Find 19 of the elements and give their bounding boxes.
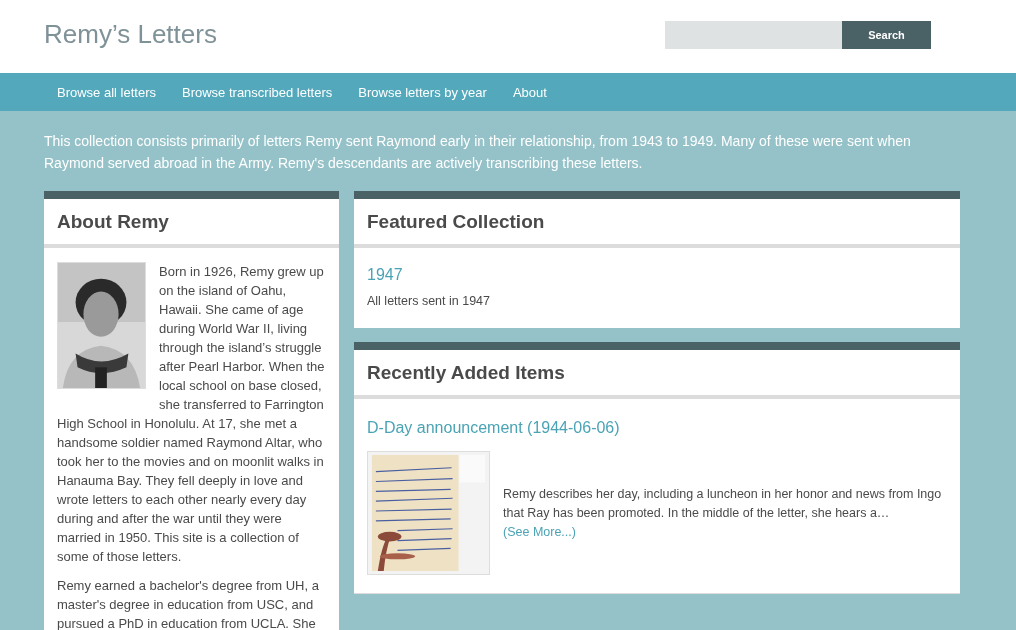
card-title: Recently Added Items bbox=[354, 350, 960, 399]
nav-link[interactable]: About bbox=[512, 84, 547, 100]
bio-paragraph: Remy earned a bachelor's degree from UH, a master's degree in education from USC, and pursued a PhD in education from UCLA. She bbox=[57, 577, 320, 630]
see-more-link[interactable]: (See More...) bbox=[503, 524, 576, 539]
card-title: About Remy bbox=[44, 199, 339, 248]
item-title-link[interactable]: D-Day announcement (1944-06-06) bbox=[367, 419, 620, 437]
nav-link[interactable]: Browse all letters bbox=[57, 84, 156, 100]
intro-text: This collection consists primarily of letters Remy sent Raymond early in their relationship, from 1943 to 1949. Many of these were sent when Raymond served abroad in the Army. Remy's descendants are actively transcribing these letters. bbox=[44, 132, 912, 173]
nav-link[interactable]: Browse transcribed letters bbox=[182, 84, 333, 100]
bio-paragraph: Born in 1926, Remy grew up on the island of Oahu, Hawaii. She came of age during World War II, living through the island’s struggle after Pearl Harbor. When the local school on base closed, she transferred to Farrington bbox=[159, 263, 326, 414]
search-field[interactable] bbox=[665, 20, 842, 49]
card-title: Featured Collection bbox=[354, 199, 960, 248]
search-button[interactable]: Search bbox=[842, 20, 931, 49]
collection-link[interactable]: 1947 bbox=[367, 266, 403, 284]
bio-paragraph: High School in Honolulu. At 17, she met a handsome soldier named Raymond Altar, who took her to the movies and on moonlit walks in Hanauma Bay. They fell deeply in love and wrote letters to each other nearly every day during and after the war until they were married in 1950. This site is a collection of some of those letters. bbox=[57, 415, 325, 566]
site-title[interactable]: Remy’s Letters bbox=[44, 19, 217, 50]
nav-link[interactable]: Browse letters by year bbox=[358, 84, 487, 100]
collection-description: All letters sent in 1947 bbox=[367, 294, 491, 308]
item-description: Remy describes her day, including a luncheon in her honor and news from Ingo that Ray has been promoted. In the middle of the letter, she hears a… (See More...) bbox=[503, 485, 943, 541]
